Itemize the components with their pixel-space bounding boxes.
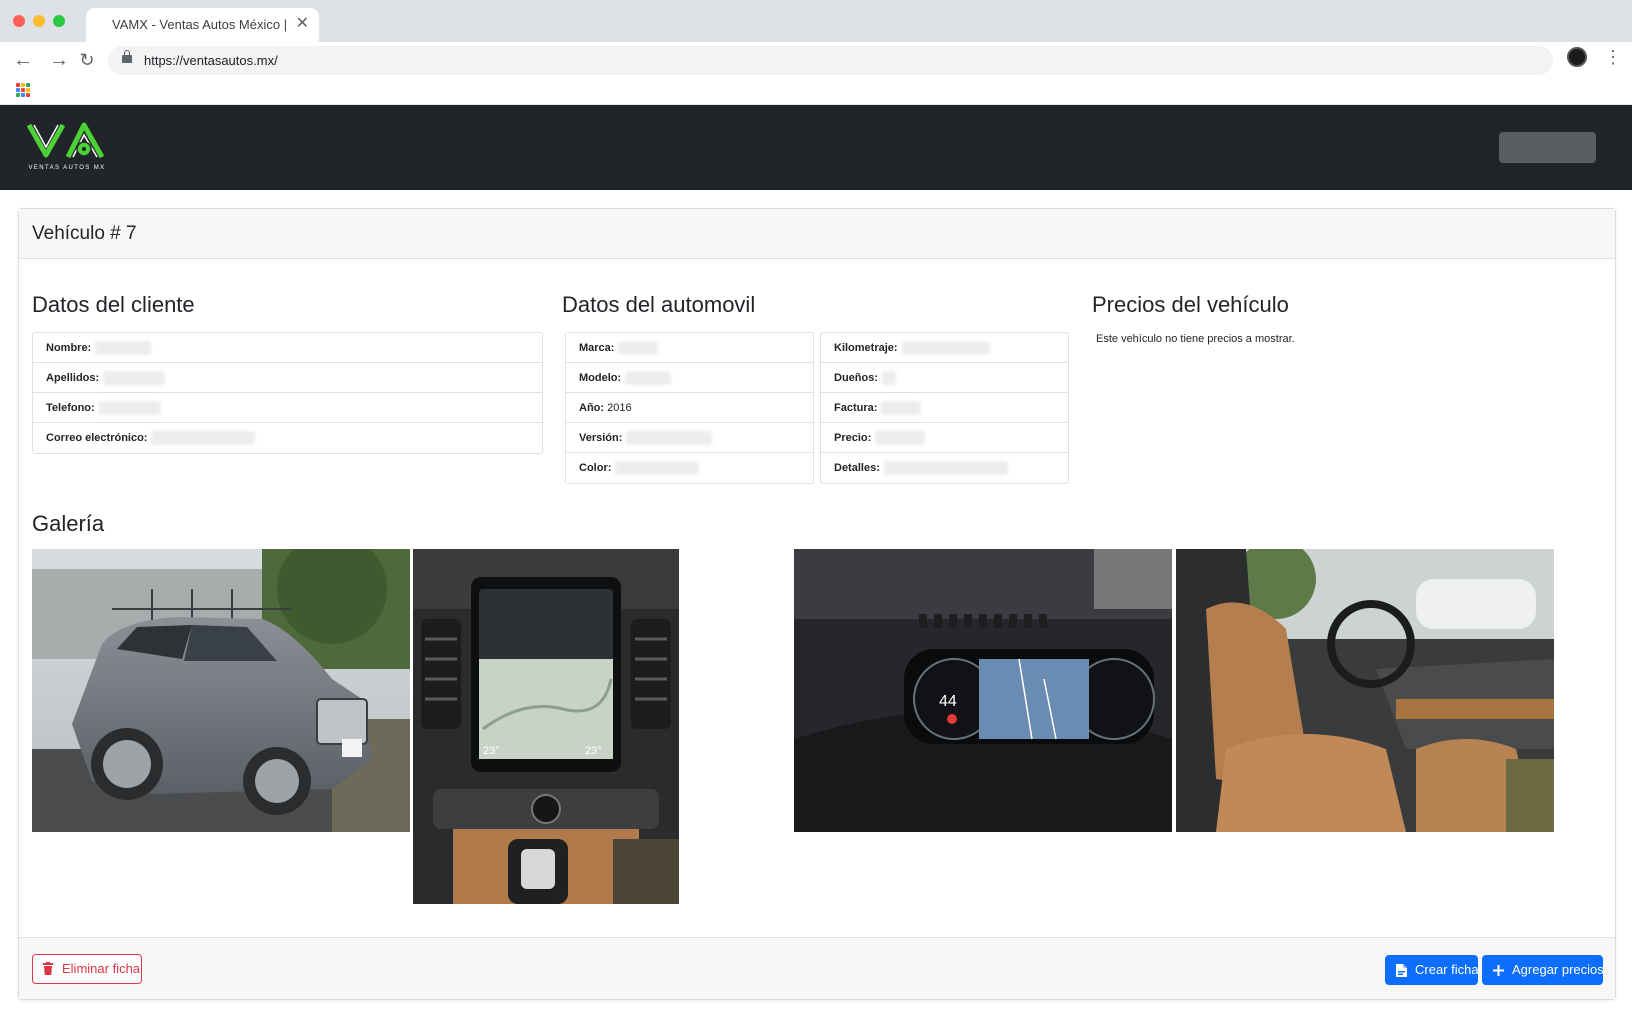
redacted-value: [626, 431, 713, 446]
plus-icon: [1493, 965, 1504, 976]
apps-grid-icon[interactable]: [16, 83, 30, 97]
gallery-photo-dashboard[interactable]: 44: [794, 549, 1172, 832]
car-row-duenos: Dueños:: [821, 363, 1068, 393]
close-window-button[interactable]: [13, 15, 25, 27]
tab-title: VAMX - Ventas Autos México |: [112, 17, 288, 32]
logo-mark-icon: [26, 122, 105, 159]
car-row-precio: Precio:: [821, 423, 1068, 453]
car-value-anio: 2016: [607, 402, 632, 414]
car-row-version: Versión:: [566, 423, 813, 453]
delete-sheet-label: Eliminar ficha: [62, 961, 141, 976]
prices-section-title: Precios del vehículo: [1092, 292, 1289, 317]
gallery-section-title: Galería: [32, 511, 105, 536]
vehicle-card: Vehículo # 7 Datos del cliente Nombre: A…: [18, 208, 1616, 1000]
car-label-color: Color:: [579, 462, 612, 474]
redacted-value: [98, 401, 161, 416]
car-label-detalles: Detalles:: [834, 462, 880, 474]
car-label-duenos: Dueños:: [834, 372, 878, 384]
gallery-photo-exterior[interactable]: [32, 549, 410, 832]
add-prices-button[interactable]: Agregar precios: [1482, 955, 1604, 985]
browser-titlebar: VAMX - Ventas Autos México | ✕: [0, 0, 1632, 42]
bookmarks-bar: [0, 78, 1632, 105]
page-title: Vehículo # 7: [32, 223, 137, 244]
car-label-version: Versión:: [579, 432, 623, 444]
kebab-menu-icon[interactable]: ⋮: [1604, 45, 1622, 69]
car-row-kilometraje: Kilometraje:: [821, 333, 1068, 363]
tab-close-icon[interactable]: ✕: [296, 15, 309, 33]
car-row-modelo: Modelo:: [566, 363, 813, 393]
redacted-value: [882, 371, 896, 386]
redacted-value: [618, 341, 659, 356]
client-row-nombre: Nombre:: [33, 333, 542, 363]
browser-tab[interactable]: VAMX - Ventas Autos México | ✕: [86, 8, 319, 42]
car-row-factura: Factura:: [821, 393, 1068, 423]
address-bar[interactable]: https://ventasautos.mx/: [108, 46, 1553, 75]
car-label-precio: Precio:: [834, 432, 872, 444]
file-pdf-icon: [1396, 964, 1407, 977]
redacted-value: [95, 341, 152, 356]
reload-icon[interactable]: ↻: [74, 47, 100, 73]
redacted-value: [881, 401, 922, 416]
forward-arrow-icon[interactable]: →: [46, 47, 72, 73]
car-label-marca: Marca:: [579, 342, 615, 354]
redacted-value: [615, 461, 700, 476]
browser-toolbar: ← → ↻ https://ventasautos.mx/ ⋮: [0, 42, 1632, 78]
car-section-title: Datos del automovil: [562, 292, 756, 317]
client-info-table: Nombre: Apellidos: Telefono: Correo elec…: [32, 332, 543, 454]
redacted-value: [103, 371, 166, 386]
logo-subtitle: VENTAS AUTOS MX: [28, 165, 106, 171]
car-label-modelo: Modelo:: [579, 372, 622, 384]
no-prices-message: Este vehículo no tiene precios a mostrar…: [1096, 333, 1295, 345]
car-row-color: Color:: [566, 453, 813, 483]
redacted-value: [883, 461, 1008, 476]
client-label-correo: Correo electrónico:: [46, 432, 148, 444]
client-label-telefono: Telefono:: [46, 402, 95, 414]
url-text[interactable]: https://ventasautos.mx/: [144, 53, 278, 68]
car-info-table-left: Marca: Modelo: Año: 2016 Versión: Color:: [565, 332, 814, 484]
card-header: Vehículo # 7: [19, 209, 1615, 259]
car-label-kilometraje: Kilometraje:: [834, 342, 898, 354]
redacted-value: [151, 431, 256, 446]
client-label-apellidos: Apellidos:: [46, 372, 100, 384]
client-row-correo: Correo electrónico:: [33, 423, 542, 453]
climate-right-readout: 23°: [585, 745, 602, 757]
maximize-window-button[interactable]: [53, 15, 65, 27]
client-section-title: Datos del cliente: [32, 292, 195, 317]
minimize-window-button[interactable]: [33, 15, 45, 27]
card-footer: Eliminar ficha Crear ficha Agregar preci…: [19, 937, 1615, 999]
create-sheet-label: Crear ficha: [1415, 962, 1479, 977]
car-row-detalles: Detalles:: [821, 453, 1068, 483]
redacted-value: [875, 431, 926, 446]
back-arrow-icon[interactable]: ←: [10, 47, 36, 73]
car-info-table-right: Kilometraje: Dueños: Factura: Precio: De…: [820, 332, 1069, 484]
add-prices-label: Agregar precios: [1512, 962, 1604, 977]
client-row-apellidos: Apellidos:: [33, 363, 542, 393]
car-row-anio: Año: 2016: [566, 393, 813, 423]
climate-left-readout: 23°: [483, 745, 500, 757]
gallery-photo-interior[interactable]: [1176, 549, 1554, 832]
gallery-photo-console[interactable]: 23° 23°: [413, 549, 679, 904]
create-sheet-button[interactable]: Crear ficha: [1385, 955, 1479, 985]
site-navbar: VENTAS AUTOS MX: [0, 105, 1632, 190]
delete-sheet-button[interactable]: Eliminar ficha: [32, 954, 142, 984]
client-label-nombre: Nombre:: [46, 342, 92, 354]
car-label-factura: Factura:: [834, 402, 878, 414]
speed-readout: 44: [939, 693, 957, 710]
navbar-user-button[interactable]: [1499, 132, 1596, 163]
profile-avatar[interactable]: [1567, 47, 1587, 67]
lock-icon: [122, 50, 132, 63]
redacted-value: [625, 371, 672, 386]
site-logo[interactable]: VENTAS AUTOS MX: [26, 119, 108, 177]
redacted-value: [901, 341, 990, 356]
car-label-anio: Año:: [579, 402, 605, 414]
trash-icon: [43, 962, 53, 975]
car-row-marca: Marca:: [566, 333, 813, 363]
client-row-telefono: Telefono:: [33, 393, 542, 423]
